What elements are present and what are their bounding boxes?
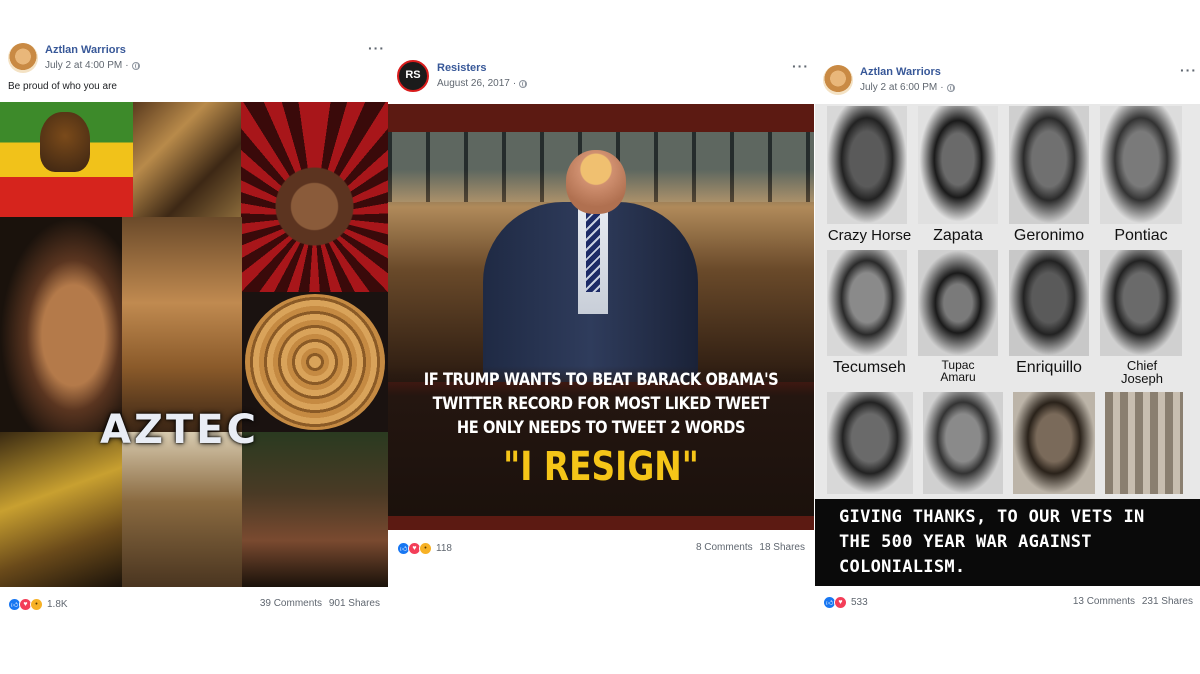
page-name-link[interactable]: Aztlan Warriors <box>860 66 941 78</box>
label-enriquillo: Enriquillo <box>1016 359 1082 376</box>
page-avatar[interactable] <box>823 65 853 95</box>
portrait-geronimo <box>1009 106 1089 224</box>
warrior-figure-tile <box>122 217 242 432</box>
post-footer: 👍︎ ♥ • 1.8K 39 Comments 901 Shares <box>8 598 380 612</box>
reactions-summary[interactable]: 👍︎ ♥ • 1.8K <box>8 598 68 611</box>
love-icon: ♥ <box>834 596 847 609</box>
label-pontiac: Pontiac <box>1114 227 1168 244</box>
portrait-row3-2 <box>923 392 1003 494</box>
comments-count[interactable]: 13 Comments <box>1073 596 1135 607</box>
label-tupac-amaru: Tupac Amaru <box>940 358 976 384</box>
shares-count[interactable]: 18 Shares <box>759 542 805 553</box>
face-paint-tile <box>0 217 122 432</box>
post-image[interactable]: AZTEC <box>0 102 388 587</box>
globe-icon <box>131 61 140 70</box>
label-tecumseh: Tecumseh <box>833 359 906 376</box>
reaction-count: 118 <box>436 543 452 554</box>
headline-line-1: IF TRUMP WANTS TO BEAT BARACK OBAMA'S <box>423 370 779 390</box>
post-card-2: RS Resisters August 26, 2017 · ··· IF TR… <box>388 56 814 566</box>
globe-icon <box>519 79 528 88</box>
photo-area <box>388 132 814 382</box>
page-name-link[interactable]: Resisters <box>437 62 487 74</box>
resign-text: "I RESIGN" <box>503 444 699 490</box>
aztec-title: AZTEC <box>100 407 259 453</box>
post-caption: Be proud of who you are <box>8 81 117 92</box>
portrait-enriquillo <box>1009 250 1089 356</box>
portrait-pontiac <box>1100 106 1182 224</box>
post-card-3: Aztlan Warriors July 2 at 6:00 PM · ··· … <box>815 60 1200 620</box>
timestamp-text: August 26, 2017 <box>437 78 510 89</box>
reactions-summary[interactable]: 👍︎ ♥ 533 <box>823 596 868 609</box>
dancer-tile-left <box>0 432 122 587</box>
more-options-icon[interactable]: ··· <box>368 40 385 56</box>
page-avatar[interactable] <box>8 43 38 73</box>
label-zapata: Zapata <box>933 227 983 244</box>
portrait-row3-3 <box>1013 392 1095 494</box>
post-timestamp[interactable]: August 26, 2017 · <box>437 78 528 89</box>
sun-stone-tile <box>242 292 388 432</box>
caption-banner: GIVING THANKS, TO OUR VETS IN THE 500 YE… <box>815 499 1200 586</box>
sun-stone <box>245 294 385 430</box>
more-options-icon[interactable]: ··· <box>792 58 809 74</box>
haha-icon: • <box>419 542 432 555</box>
shares-count[interactable]: 231 Shares <box>1142 596 1193 607</box>
reactions-summary[interactable]: 👍︎ ♥ • 118 <box>397 542 452 555</box>
wow-icon: • <box>30 598 43 611</box>
portrait-chief-joseph <box>1100 250 1182 356</box>
label-crazy-horse: Crazy Horse <box>827 227 912 244</box>
portrait-grid: Crazy Horse Zapata Geronimo Pontiac Tecu… <box>815 104 1200 499</box>
page-avatar[interactable]: RS <box>397 60 429 92</box>
post-timestamp[interactable]: July 2 at 4:00 PM · <box>45 60 140 71</box>
portrait-crazy-horse <box>827 106 907 224</box>
portrait-row3-1 <box>827 392 913 494</box>
flag-tile <box>0 102 133 217</box>
banner-line-2: THE 500 YEAR WAR AGAINST <box>839 532 1092 552</box>
head <box>566 150 626 214</box>
post-footer: 👍︎ ♥ • 118 8 Comments 18 Shares <box>397 542 805 556</box>
tie <box>586 212 600 292</box>
warrior-mask-tile <box>133 102 241 217</box>
post-timestamp[interactable]: July 2 at 6:00 PM · <box>860 82 955 93</box>
feather-headdress-tile <box>241 102 388 292</box>
comments-count[interactable]: 39 Comments <box>260 598 322 609</box>
comments-count[interactable]: 8 Comments <box>696 542 753 553</box>
more-options-icon[interactable]: ··· <box>1180 62 1197 78</box>
forest-family-tile <box>242 432 388 587</box>
shares-count[interactable]: 901 Shares <box>329 598 380 609</box>
avatar-logo-text: RS <box>405 69 421 81</box>
timestamp-text: July 2 at 4:00 PM <box>45 60 123 71</box>
page-name-link[interactable]: Aztlan Warriors <box>45 44 126 56</box>
banner-line-3: COLONIALISM. <box>839 557 966 577</box>
headline-line-3: HE ONLY NEEDS TO TWEET 2 WORDS <box>456 418 746 438</box>
label-chief-joseph: Chief Joseph <box>1121 358 1163 386</box>
eagle-emblem <box>40 112 90 172</box>
timestamp-text: July 2 at 6:00 PM <box>860 82 938 93</box>
post-footer: 👍︎ ♥ 533 13 Comments 231 Shares <box>823 596 1193 610</box>
portrait-tecumseh <box>827 250 907 356</box>
post-card-1: Aztlan Warriors July 2 at 4:00 PM · ··· … <box>0 38 388 618</box>
globe-icon <box>946 83 955 92</box>
dancers-group-tile <box>122 432 242 587</box>
portrait-row3-4 <box>1105 392 1183 494</box>
label-geronimo: Geronimo <box>1013 227 1085 244</box>
reaction-count: 533 <box>851 597 868 608</box>
portrait-tupac-amaru <box>918 250 998 356</box>
post-image[interactable]: IF TRUMP WANTS TO BEAT BARACK OBAMA'S TW… <box>388 104 814 530</box>
reaction-count: 1.8K <box>47 599 68 610</box>
portrait-zapata <box>918 106 998 224</box>
post-image[interactable]: Crazy Horse Zapata Geronimo Pontiac Tecu… <box>815 104 1200 586</box>
banner-line-1: GIVING THANKS, TO OUR VETS IN <box>839 507 1145 527</box>
headline-line-2: TWITTER RECORD FOR MOST LIKED TWEET <box>432 394 770 414</box>
